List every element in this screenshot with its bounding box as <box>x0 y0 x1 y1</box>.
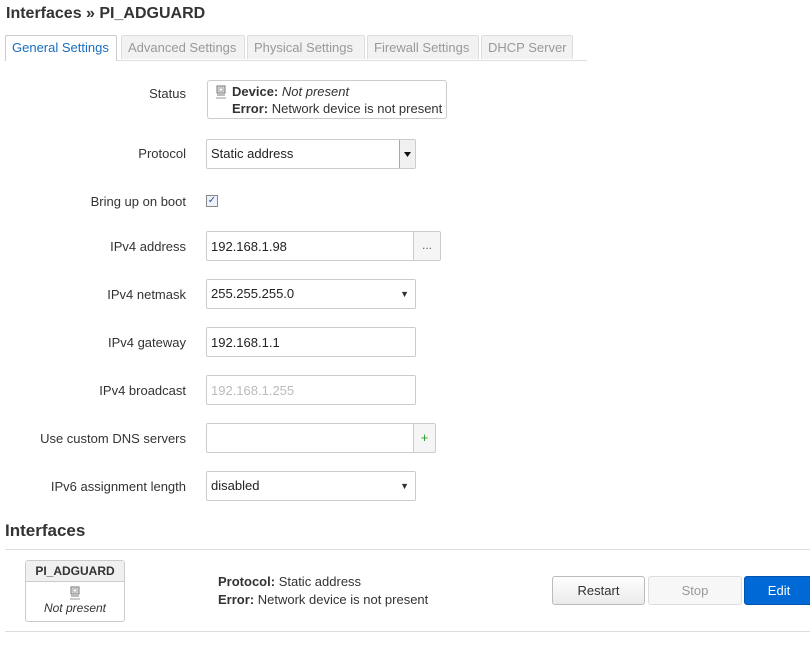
interface-name: PI_ADGUARD <box>26 561 124 582</box>
interface-protocol-key: Protocol: <box>218 574 276 589</box>
error-value: Network device is not present <box>271 101 443 116</box>
tab-bar: General Settings Advanced Settings Physi… <box>5 35 587 61</box>
ipv4-netmask-label: IPv4 netmask <box>107 287 186 302</box>
tab-general-settings[interactable]: General Settings <box>5 35 117 61</box>
tab-advanced-settings[interactable]: Advanced Settings <box>121 35 245 59</box>
protocol-select[interactable]: Static address <box>206 139 416 169</box>
dropdown-arrow-icon: ▼ <box>400 481 409 491</box>
interfaces-section-title: Interfaces <box>5 521 86 540</box>
interface-error-value: Network device is not present <box>257 592 429 607</box>
stop-button[interactable]: Stop <box>648 576 742 605</box>
status-box: Device: Not present Error: Network devic… <box>207 80 447 119</box>
interface-protocol-line: Protocol: Static address <box>218 574 361 589</box>
divider <box>5 549 810 550</box>
boot-checkbox[interactable]: ✓ <box>206 195 218 207</box>
ipv4-broadcast-input[interactable] <box>206 375 416 405</box>
ipv4-address-input[interactable] <box>206 231 415 261</box>
interface-status: Not present <box>43 601 107 615</box>
interface-error-line: Error: Network device is not present <box>218 592 428 607</box>
ipv4-address-expand-button[interactable]: ... <box>413 231 441 261</box>
ipv4-broadcast-label: IPv4 broadcast <box>99 383 186 398</box>
status-error-line: Error: Network device is not present <box>232 101 442 116</box>
ipv4-netmask-value: 255.255.255.0 <box>211 286 295 301</box>
ipv6-length-value: disabled <box>211 478 260 493</box>
dns-label: Use custom DNS servers <box>40 431 186 446</box>
boot-label: Bring up on boot <box>90 194 186 209</box>
tab-physical-settings[interactable]: Physical Settings <box>247 35 365 59</box>
interface-badge: PI_ADGUARD Not present <box>25 560 125 622</box>
protocol-label: Protocol <box>138 146 186 161</box>
ethernet-port-icon <box>214 85 228 102</box>
device-value: Not present <box>281 84 350 99</box>
ipv6-length-label: IPv6 assignment length <box>50 479 186 494</box>
device-key: Device: <box>232 84 279 99</box>
restart-button[interactable]: Restart <box>552 576 645 605</box>
dropdown-arrow-icon: ▼ <box>400 289 409 299</box>
tab-dhcp-server[interactable]: DHCP Server <box>481 35 573 59</box>
page-title: Interfaces » PI_ADGUARD <box>6 5 206 22</box>
error-key: Error: <box>232 101 269 116</box>
ipv4-gateway-label: IPv4 gateway <box>107 335 186 350</box>
protocol-value: Static address <box>211 146 294 161</box>
divider <box>5 631 810 632</box>
interface-error-key: Error: <box>218 592 255 607</box>
ipv4-address-label: IPv4 address <box>110 239 186 254</box>
interface-protocol-value: Static address <box>278 574 362 589</box>
tab-firewall-settings[interactable]: Firewall Settings <box>367 35 479 59</box>
ipv4-netmask-select[interactable]: 255.255.255.0 ▼ <box>206 279 416 309</box>
status-label: Status <box>149 86 186 101</box>
ipv6-length-select[interactable]: disabled ▼ <box>206 471 416 501</box>
ipv4-gateway-input[interactable] <box>206 327 416 357</box>
edit-button[interactable]: Edit <box>744 576 810 605</box>
dropdown-arrow-icon[interactable] <box>399 140 415 168</box>
dns-input[interactable] <box>206 423 415 453</box>
status-device-line: Device: Not present <box>232 84 349 99</box>
add-dns-button[interactable]: + <box>413 423 436 453</box>
